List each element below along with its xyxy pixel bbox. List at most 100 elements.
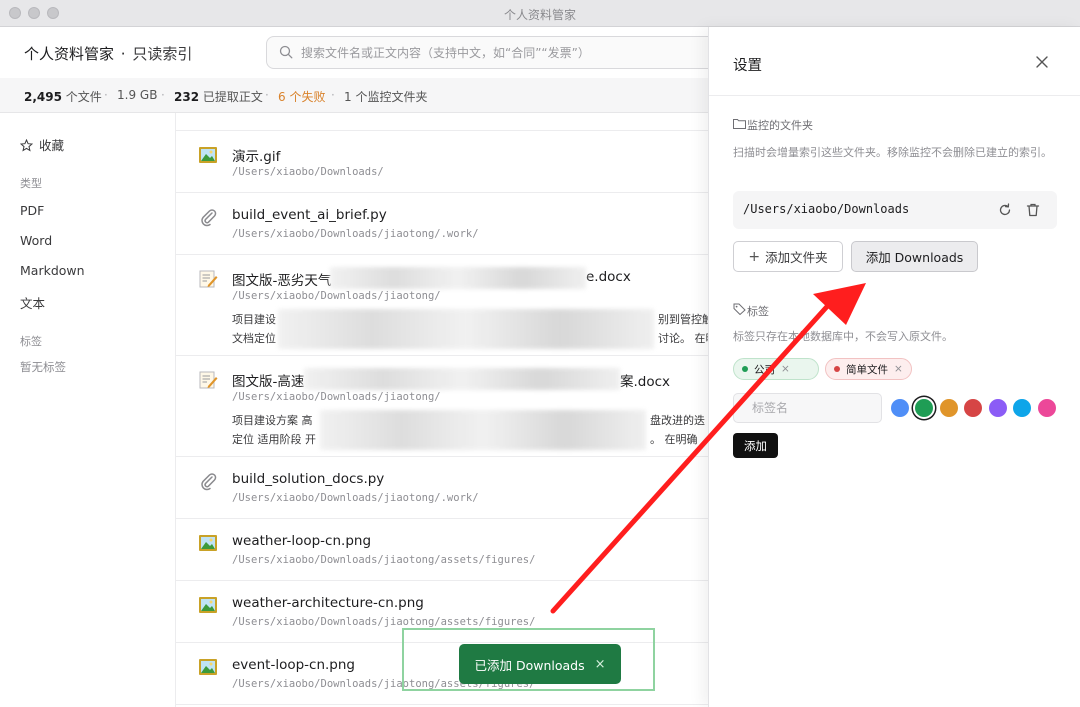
files-stat: 2,495 个文件 <box>24 88 102 105</box>
star-icon <box>19 138 34 152</box>
file-name: weather-loop-cn.png <box>232 533 372 549</box>
tag-color-dot <box>742 366 748 372</box>
app-title: 个人资料管家 · 只读索引 <box>24 43 192 64</box>
file-name: 图文版-高速 <box>232 370 304 390</box>
search-icon <box>279 45 293 59</box>
trash-icon[interactable] <box>1025 202 1041 218</box>
redacted-area <box>330 267 586 289</box>
snippet-line-end: 别到管控触 <box>658 313 708 326</box>
size-stat: 1.9 GB <box>117 88 158 102</box>
snippet-line: 项目建设方案 高 <box>232 414 313 427</box>
snippet-line: 项目建设 <box>232 313 276 326</box>
snippet-line-end: 盘改进的迭 <box>650 414 705 427</box>
tag-chip-company[interactable]: 公司 × <box>733 358 819 380</box>
tag-chip-simple-file[interactable]: 简单文件 × <box>825 358 912 380</box>
files-label: 个文件 <box>65 90 102 104</box>
snippet-line: 定位 适用阶段 开 <box>232 433 316 446</box>
file-name: 演示.gif <box>232 149 281 165</box>
list-item[interactable]: build_solution_docs.py /Users/xiaobo/Dow… <box>176 457 708 519</box>
file-name: weather-architecture-cn.png <box>232 595 424 611</box>
plus-icon: + <box>748 248 761 265</box>
no-tags-text: 暂无标签 <box>20 360 66 374</box>
stat-divider: · <box>265 88 269 102</box>
sidebar-item-pdf[interactable]: PDF <box>20 203 44 218</box>
extracted-stat: 232 已提取正文 <box>174 88 263 105</box>
folder-icon <box>733 119 746 129</box>
file-name-end: e.docx <box>586 269 631 285</box>
image-file-icon <box>199 597 217 613</box>
add-folder-label: 添加文件夹 <box>765 250 828 265</box>
stat-divider: · <box>104 88 108 102</box>
sidebar-item-favorites[interactable]: 收藏 <box>19 135 65 154</box>
color-swatch-orange[interactable] <box>940 399 958 417</box>
redacted-area <box>320 410 646 450</box>
file-name: build_solution_docs.py <box>232 471 385 487</box>
file-path: /Users/xiaobo/Downloads/jiaotong/assets/… <box>232 616 536 628</box>
extracted-count: 232 <box>174 90 200 104</box>
tag-name-input[interactable] <box>733 393 882 423</box>
watched-folders-stat[interactable]: 1 个监控文件夹 <box>344 88 427 105</box>
close-icon[interactable] <box>1033 53 1051 71</box>
tag-color-dot <box>834 366 840 372</box>
watched-folder-row: /Users/xiaobo/Downloads <box>733 191 1057 229</box>
folders-section-label: 监控的文件夹 <box>747 119 813 132</box>
mode-label: 只读索引 <box>132 45 193 63</box>
redacted-area <box>304 368 620 390</box>
file-name: build_event_ai_brief.py <box>232 207 387 223</box>
tag-name: 简单文件 <box>846 363 888 376</box>
list-item[interactable]: 图文版-高速 案.docx /Users/xiaobo/Downloads/ji… <box>176 356 708 457</box>
remove-tag-icon[interactable]: × <box>894 363 903 375</box>
panel-divider <box>709 95 1080 96</box>
window-titlebar: 个人资料管家 <box>0 0 1080 27</box>
settings-title: 设置 <box>733 58 762 74</box>
document-pencil-icon <box>199 270 218 288</box>
file-path: /Users/xiaobo/Downloads/jiaotong/.work/ <box>232 228 479 240</box>
tags-heading: 标签 <box>20 335 42 348</box>
refresh-icon[interactable] <box>997 202 1013 218</box>
app-name: 个人资料管家 <box>24 45 115 63</box>
list-item[interactable] <box>176 113 708 131</box>
snippet-line: 文档定位 <box>232 332 276 345</box>
color-swatch-red[interactable] <box>964 399 982 417</box>
file-path: /Users/xiaobo/Downloads/jiaotong/ <box>232 391 441 403</box>
color-swatch-green-selected[interactable] <box>915 399 933 417</box>
tags-description: 标签只存在本地数据库中，不会写入原文件。 <box>733 330 953 343</box>
sidebar-item-text[interactable]: 文本 <box>20 293 45 312</box>
extracted-label: 已提取正文 <box>202 90 263 104</box>
list-item[interactable]: build_event_ai_brief.py /Users/xiaobo/Do… <box>176 193 708 255</box>
image-file-icon <box>199 659 217 675</box>
color-swatch-cyan[interactable] <box>1013 399 1031 417</box>
remove-tag-icon[interactable]: × <box>781 363 790 375</box>
stat-divider: · <box>161 88 165 102</box>
file-path: /Users/xiaobo/Downloads/jiaotong/.work/ <box>232 492 479 504</box>
stat-divider: · <box>331 88 335 102</box>
sidebar-item-label: 收藏 <box>39 138 65 153</box>
file-list: 演示.gif /Users/xiaobo/Downloads/ build_ev… <box>176 113 708 707</box>
add-tag-button[interactable]: 添加 <box>733 433 778 458</box>
folders-section-title: 监控的文件夹 <box>733 117 813 133</box>
color-swatch-blue[interactable] <box>891 399 909 417</box>
list-item[interactable]: 图文版-恶劣天气 e.docx /Users/xiaobo/Downloads/… <box>176 255 708 356</box>
paperclip-icon <box>201 473 217 491</box>
add-downloads-button[interactable]: 添加 Downloads <box>851 241 978 272</box>
paperclip-icon <box>201 209 217 227</box>
failed-stat[interactable]: 6 个失败 <box>278 88 325 105</box>
color-swatch-purple[interactable] <box>989 399 1007 417</box>
file-name: 图文版-恶劣天气 <box>232 269 331 289</box>
search-input[interactable] <box>301 37 771 68</box>
file-path: /Users/xiaobo/Downloads/ <box>232 166 384 178</box>
snippet-line-end: 。 在明确 <box>650 433 698 446</box>
toast-close-icon[interactable]: × <box>595 657 606 672</box>
image-file-icon <box>199 535 217 551</box>
add-folder-button[interactable]: + 添加文件夹 <box>733 241 843 272</box>
sidebar-item-word[interactable]: Word <box>20 233 52 248</box>
list-item[interactable]: weather-loop-cn.png /Users/xiaobo/Downlo… <box>176 519 708 581</box>
file-name-start: 图文版-恶劣天气 <box>232 273 332 289</box>
type-heading: 类型 <box>20 177 42 190</box>
color-swatch-pink[interactable] <box>1038 399 1056 417</box>
sidebar-item-markdown[interactable]: Markdown <box>20 263 85 278</box>
file-path: /Users/xiaobo/Downloads/jiaotong/ <box>232 290 441 302</box>
list-item[interactable]: 演示.gif /Users/xiaobo/Downloads/ <box>176 131 708 193</box>
files-count: 2,495 <box>24 90 62 104</box>
tag-name: 公司 <box>754 363 775 376</box>
